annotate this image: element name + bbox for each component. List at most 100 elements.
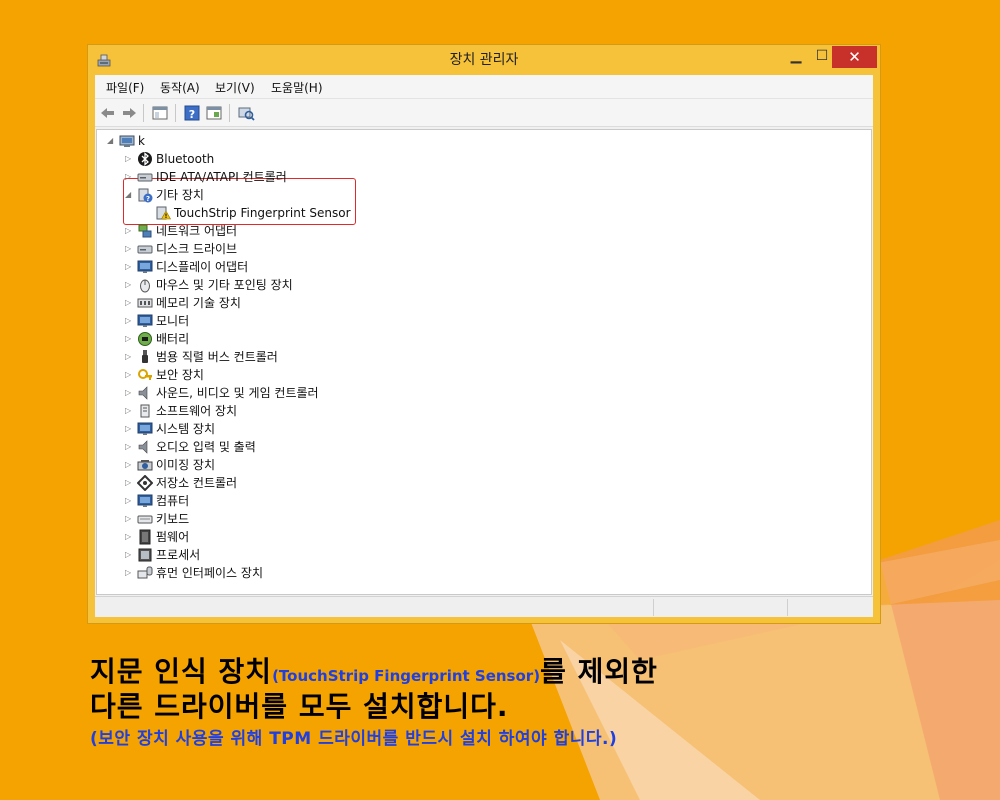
tree-item-usb-controllers[interactable]: ▷ 범용 직렬 버스 컨트롤러 bbox=[97, 348, 857, 366]
expand-arrow-icon[interactable]: ▷ bbox=[125, 312, 135, 330]
tree-node-label: 이미징 장치 bbox=[156, 458, 216, 472]
unknown-device-icon: ? bbox=[137, 187, 153, 203]
tree-root-computer[interactable]: ◢ k bbox=[97, 132, 857, 150]
tree-item-computer[interactable]: ▷ 컴퓨터 bbox=[97, 492, 857, 510]
software-device-icon bbox=[137, 403, 153, 419]
tree-item-sound-video-game-controllers[interactable]: ▷ 사운드, 비디오 및 게임 컨트롤러 bbox=[97, 384, 857, 402]
expand-arrow-icon[interactable]: ▷ bbox=[125, 330, 135, 348]
menu-action[interactable]: 동작(A) bbox=[160, 79, 200, 96]
expand-arrow-icon[interactable]: ▷ bbox=[125, 402, 135, 420]
monitor-icon bbox=[137, 313, 153, 329]
tree-item-mice-pointing-devices[interactable]: ▷ 마우스 및 기타 포인팅 장치 bbox=[97, 276, 857, 294]
tree-node-label: 저장소 컨트롤러 bbox=[156, 476, 238, 490]
tree-node-label: TouchStrip Fingerprint Sensor bbox=[174, 206, 351, 220]
show-hide-console-tree-icon[interactable] bbox=[151, 104, 169, 122]
tree-item-audio-inputs-outputs[interactable]: ▷ 오디오 입력 및 출력 bbox=[97, 438, 857, 456]
tree-item-security-devices[interactable]: ▷ 보안 장치 bbox=[97, 366, 857, 384]
tree-item-memory-technology-devices[interactable]: ▷ 메모리 기술 장치 bbox=[97, 294, 857, 312]
tree-item-keyboards[interactable]: ▷ 키보드 bbox=[97, 510, 857, 528]
memory-chip-icon bbox=[137, 295, 153, 311]
expand-arrow-icon[interactable]: ▷ bbox=[125, 564, 135, 582]
menu-file[interactable]: 파일(F) bbox=[106, 79, 144, 96]
hid-device-icon bbox=[137, 565, 153, 581]
expand-arrow-icon[interactable]: ▷ bbox=[125, 492, 135, 510]
processor-icon bbox=[137, 547, 153, 563]
tree-item-ide-ata-atapi-controllers[interactable]: ▷ IDE ATA/ATAPI 컨트롤러 bbox=[97, 168, 857, 186]
back-icon[interactable] bbox=[99, 104, 117, 122]
menu-view[interactable]: 보기(V) bbox=[215, 79, 255, 96]
expand-arrow-icon[interactable]: ▷ bbox=[125, 420, 135, 438]
tree-item-storage-controllers[interactable]: ▷ 저장소 컨트롤러 bbox=[97, 474, 857, 492]
tree-item-firmware[interactable]: ▷ 펌웨어 bbox=[97, 528, 857, 546]
tree-item-system-devices[interactable]: ▷ 시스템 장치 bbox=[97, 420, 857, 438]
tree-item-software-devices[interactable]: ▷ 소프트웨어 장치 bbox=[97, 402, 857, 420]
bluetooth-icon bbox=[137, 151, 153, 167]
minimize-button[interactable]: ▁ bbox=[783, 46, 809, 68]
status-divider bbox=[653, 599, 654, 616]
expand-arrow-icon[interactable]: ▷ bbox=[125, 528, 135, 546]
help-icon[interactable]: ? bbox=[183, 104, 201, 122]
expand-arrow-icon[interactable]: ▷ bbox=[125, 438, 135, 456]
caption-line-1: 지문 인식 장치(TouchStrip Fingerprint Sensor)를… bbox=[90, 650, 658, 690]
tree-item-network-adapters[interactable]: ▷ 네트워크 어댑터 bbox=[97, 222, 857, 240]
status-bar bbox=[95, 596, 873, 617]
storage-controller-icon bbox=[136, 474, 154, 492]
expand-arrow-icon[interactable]: ▷ bbox=[125, 384, 135, 402]
menu-help[interactable]: 도움말(H) bbox=[271, 79, 323, 96]
monitor-icon bbox=[137, 421, 153, 437]
svg-text:?: ? bbox=[189, 108, 195, 121]
tree-node-label: 배터리 bbox=[156, 332, 190, 346]
scan-hardware-icon[interactable] bbox=[237, 104, 255, 122]
speaker-icon bbox=[137, 439, 153, 455]
tree-item-display-adapters[interactable]: ▷ 디스플레이 어댑터 bbox=[97, 258, 857, 276]
tree-item-touchstrip-fingerprint-sensor[interactable]: TouchStrip Fingerprint Sensor bbox=[97, 204, 857, 222]
expand-arrow-icon[interactable]: ▷ bbox=[125, 348, 135, 366]
expand-arrow-icon[interactable]: ▷ bbox=[125, 240, 135, 258]
tree-node-label: 시스템 장치 bbox=[156, 422, 216, 436]
tree-node-label: IDE ATA/ATAPI 컨트롤러 bbox=[156, 170, 287, 184]
expand-arrow-icon[interactable]: ▷ bbox=[125, 168, 135, 186]
tree-item-human-interface-devices[interactable]: ▷ 휴먼 인터페이스 장치 bbox=[97, 564, 857, 582]
expand-arrow-icon[interactable]: ▷ bbox=[125, 546, 135, 564]
tree-item-bluetooth[interactable]: ▷ Bluetooth bbox=[97, 150, 857, 168]
expand-arrow-icon[interactable]: ▷ bbox=[125, 258, 135, 276]
collapse-arrow-icon[interactable]: ◢ bbox=[107, 132, 117, 150]
expand-arrow-icon[interactable]: ▷ bbox=[125, 276, 135, 294]
title-bar[interactable]: 장치 관리자 ▁ ☐ ✕ bbox=[88, 45, 880, 75]
properties-icon[interactable] bbox=[205, 104, 223, 122]
expand-arrow-icon[interactable]: ▷ bbox=[125, 294, 135, 312]
caption-line-3: (보안 장치 사용을 위해 TPM 드라이버를 반드시 설치 하여야 합니다.) bbox=[90, 729, 618, 749]
tree-item-other-devices[interactable]: ◢? 기타 장치 bbox=[97, 186, 857, 204]
disk-drive-icon bbox=[137, 241, 153, 257]
tree-node-label: 프로세서 bbox=[156, 548, 201, 562]
expand-arrow-icon[interactable]: ▷ bbox=[125, 510, 135, 528]
forward-icon[interactable] bbox=[120, 104, 138, 122]
tree-item-disk-drives[interactable]: ▷ 디스크 드라이브 bbox=[97, 240, 857, 258]
tree-node-label: 범용 직렬 버스 컨트롤러 bbox=[156, 350, 278, 364]
expand-arrow-icon[interactable]: ▷ bbox=[125, 456, 135, 474]
tree-node-label: k bbox=[138, 134, 145, 148]
collapse-arrow-icon[interactable]: ◢ bbox=[125, 186, 135, 204]
device-tree[interactable]: ◢ k ▷ Bluetooth ▷ IDE ATA/ATAPI 컨트롤러 ◢? 기타 장치 To… bbox=[96, 129, 872, 595]
tree-item-batteries[interactable]: ▷ 배터리 bbox=[97, 330, 857, 348]
camera-icon bbox=[137, 457, 153, 473]
expand-arrow-icon[interactable]: ▷ bbox=[125, 150, 135, 168]
monitor-icon bbox=[137, 259, 153, 275]
window-title: 장치 관리자 bbox=[449, 52, 519, 68]
tree-node-label: Bluetooth bbox=[156, 152, 215, 166]
expand-arrow-icon[interactable]: ▷ bbox=[125, 222, 135, 240]
tree-item-imaging-devices[interactable]: ▷ 이미징 장치 bbox=[97, 456, 857, 474]
tree-node-label: 키보드 bbox=[156, 512, 190, 526]
close-button[interactable]: ✕ bbox=[832, 46, 877, 68]
key-icon bbox=[137, 367, 153, 383]
caption-line1-part-a: 지문 인식 장치 bbox=[90, 655, 273, 688]
svg-text:?: ? bbox=[146, 195, 150, 203]
expand-arrow-icon[interactable]: ▷ bbox=[125, 366, 135, 384]
tree-node-label: 보안 장치 bbox=[156, 368, 204, 382]
expand-arrow-icon[interactable]: ▷ bbox=[125, 474, 135, 492]
mouse-icon bbox=[137, 277, 153, 293]
tree-item-monitors[interactable]: ▷ 모니터 bbox=[97, 312, 857, 330]
tree-item-processors[interactable]: ▷ 프로세서 bbox=[97, 546, 857, 564]
speaker-icon bbox=[137, 385, 153, 401]
tree-node-label: 펌웨어 bbox=[156, 530, 190, 544]
